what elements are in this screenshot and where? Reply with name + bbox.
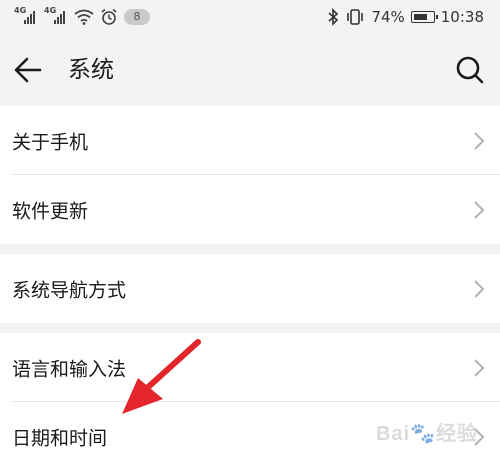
settings-row-system-navigation[interactable]: 系统导航方式 <box>0 254 500 323</box>
wifi-icon <box>74 9 94 25</box>
settings-group-about: 关于手机 软件更新 <box>0 106 500 244</box>
row-label: 语言和输入法 <box>12 358 127 380</box>
status-bar: 4G 4G 8 74% 10:38 <box>0 0 500 34</box>
back-button[interactable] <box>8 50 48 90</box>
chevron-right-icon <box>474 200 485 219</box>
notification-count-badge: 8 <box>124 9 150 25</box>
status-left: 4G 4G 8 <box>14 6 150 27</box>
settings-row-about-phone[interactable]: 关于手机 <box>0 106 500 175</box>
chevron-right-icon <box>474 358 485 377</box>
chevron-right-icon <box>474 279 485 298</box>
back-arrow-icon <box>14 57 42 83</box>
page-title: 系统 <box>68 57 114 83</box>
row-label: 日期和时间 <box>12 427 108 449</box>
battery-icon <box>410 11 438 23</box>
bluetooth-icon <box>328 8 339 26</box>
chevron-right-icon <box>474 131 485 150</box>
signal-icon: 4G <box>44 6 68 25</box>
search-icon <box>456 56 484 84</box>
search-button[interactable] <box>450 50 490 90</box>
watermark-logo: Bai🐾经验 <box>375 423 478 445</box>
alarm-icon <box>101 8 117 25</box>
status-right: 74% 10:38 <box>327 7 484 27</box>
settings-row-software-update[interactable]: 软件更新 <box>0 175 500 244</box>
row-label: 软件更新 <box>12 200 89 222</box>
signal-icon: 4G <box>14 6 38 25</box>
row-label: 关于手机 <box>12 131 89 153</box>
app-header: 系统 <box>0 34 500 106</box>
settings-group-navigation: 系统导航方式 <box>0 254 500 323</box>
vibrate-icon <box>347 9 364 25</box>
battery-percent-text: 74% <box>371 8 405 26</box>
row-label: 系统导航方式 <box>12 279 127 301</box>
clock-text: 10:38 <box>440 8 484 26</box>
settings-row-language-input[interactable]: 语言和输入法 <box>0 333 500 402</box>
